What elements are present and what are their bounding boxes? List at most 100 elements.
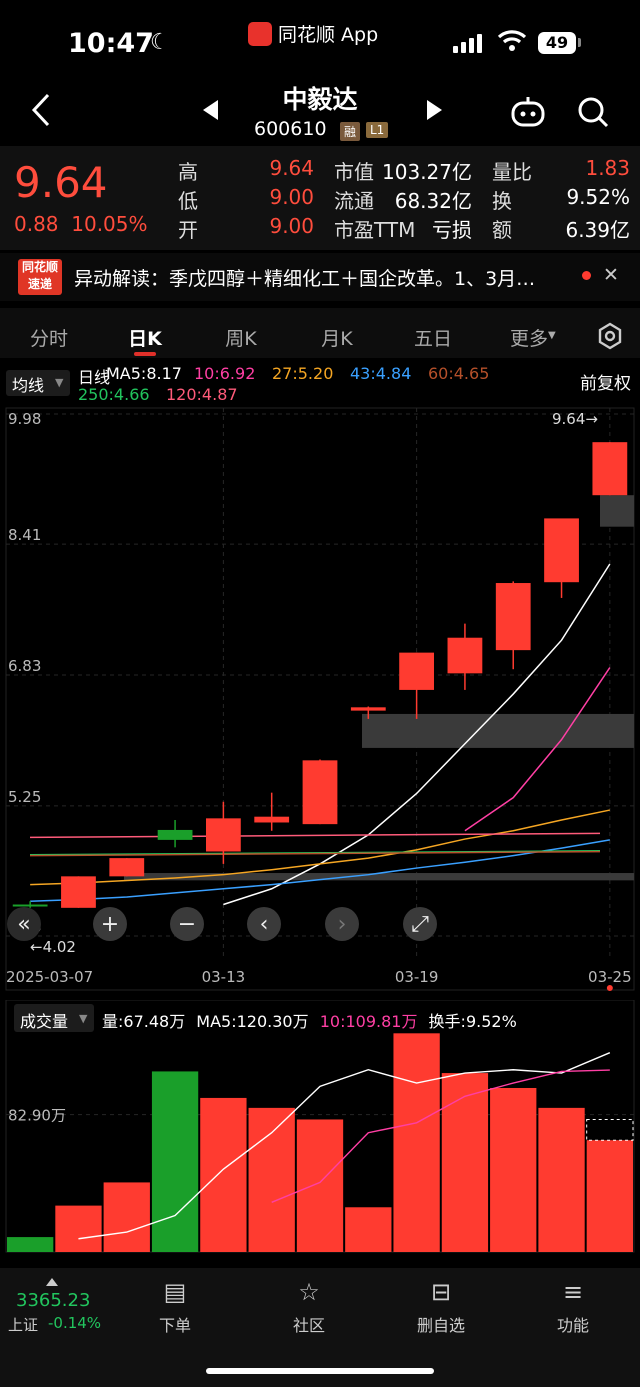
expand-up-icon[interactable] — [46, 1278, 58, 1286]
news-badge: 同花顺 速递 — [18, 259, 62, 295]
quote-value: 9.52% — [566, 185, 630, 209]
volume-bar[interactable] — [490, 1087, 537, 1252]
battery-icon: 49 — [538, 32, 576, 54]
settings-icon[interactable] — [596, 322, 624, 350]
volume-bar[interactable] — [200, 1097, 247, 1252]
volume-bar[interactable] — [296, 1119, 344, 1252]
robot-assistant-icon[interactable] — [509, 95, 547, 129]
quote-label: 低 — [178, 189, 198, 213]
quote-label: 市值 — [334, 160, 374, 184]
remove-watchlist-icon[interactable]: ⊟ — [423, 1278, 459, 1310]
volume-chart[interactable]: 82.90万 — [0, 1000, 640, 1260]
quote-value: 1.83 — [585, 156, 630, 180]
candle[interactable] — [592, 442, 628, 496]
tab-item[interactable]: 五日 — [402, 324, 464, 351]
volume-bar[interactable] — [151, 1071, 199, 1252]
candle-body — [205, 818, 241, 852]
active-tab-indicator — [134, 352, 156, 356]
quote-label: 量比 — [492, 160, 532, 184]
fullscreen-icon-glyph: ⤢ — [411, 912, 429, 937]
candle[interactable] — [544, 518, 579, 598]
candle[interactable] — [61, 876, 96, 908]
volume-bar[interactable] — [441, 1073, 489, 1252]
app-pill[interactable]: 同花顺 App — [248, 20, 378, 47]
y-tick-label: 8.41 — [8, 526, 41, 544]
margin-tag: 融 — [340, 122, 361, 141]
candle[interactable] — [495, 581, 531, 670]
tab-item[interactable]: 月K — [306, 324, 368, 351]
pan-left-icon-glyph: ‹ — [260, 912, 269, 937]
order-icon[interactable]: ▤ — [157, 1278, 193, 1310]
candle[interactable] — [302, 759, 338, 825]
tab-item[interactable]: 分时 — [18, 324, 80, 351]
adjust-mode[interactable]: 前复权 — [580, 369, 631, 394]
volume-bar[interactable] — [103, 1182, 150, 1252]
pan-right-icon[interactable]: › — [325, 907, 359, 941]
ma-value: MA5:8.17 — [106, 364, 182, 383]
volume-bar[interactable] — [248, 1107, 295, 1252]
zoom-out-icon-glyph: − — [178, 912, 196, 937]
functions-icon[interactable]: ≡ — [555, 1278, 591, 1310]
candle[interactable] — [109, 858, 145, 877]
fullscreen-icon[interactable]: ⤢ — [403, 907, 437, 941]
quote-value: 亏损 — [432, 218, 472, 242]
volume-bar[interactable] — [345, 1207, 392, 1252]
volume-bar[interactable] — [55, 1205, 102, 1252]
quote-value: 9.64 — [269, 156, 314, 180]
candle[interactable] — [399, 652, 435, 719]
candle[interactable] — [12, 901, 48, 908]
kline-chart[interactable]: 9.988.416.835.253.689.64→←4.02«+−‹›⤢2025… — [0, 400, 640, 1000]
volume-bar[interactable] — [538, 1107, 585, 1252]
bottom-nav-label[interactable]: 下单 — [135, 1312, 215, 1336]
x-tick-label: 03-13 — [202, 968, 246, 986]
zoom-out-icon[interactable]: − — [170, 907, 204, 941]
news-text[interactable]: 异动解读：季戊四醇＋精细化工＋国企改革。1、3月… — [74, 264, 574, 291]
index-change[interactable]: -0.14% — [48, 1314, 101, 1332]
ma-line-long — [29, 832, 601, 839]
volume-value: 量:67.48万 — [102, 1012, 186, 1031]
level-tag: L1 — [366, 122, 389, 138]
home-indicator — [206, 1368, 434, 1374]
bottom-nav-label[interactable]: 功能 — [533, 1312, 613, 1336]
y-tick-label: 9.98 — [8, 410, 41, 428]
zoom-in-icon[interactable]: + — [93, 907, 127, 941]
volume-bar[interactable] — [586, 1140, 633, 1252]
community-icon[interactable]: ☆ — [291, 1278, 327, 1310]
y-tick-label: 6.83 — [8, 657, 41, 675]
quote-label: 开 — [178, 218, 198, 242]
projected-volume — [586, 1118, 634, 1141]
bottom-nav-label[interactable]: 社区 — [269, 1312, 349, 1336]
candle-body — [544, 518, 579, 583]
ma-value: 43:4.84 — [350, 364, 412, 383]
index-value[interactable]: 3365.23 — [16, 1290, 90, 1311]
volume-bar[interactable] — [393, 1033, 440, 1252]
volume-dropdown[interactable]: 成交量 ▼ — [14, 1004, 94, 1032]
double-left-icon-glyph: « — [17, 912, 30, 937]
candle[interactable] — [157, 820, 193, 848]
candle[interactable] — [254, 792, 290, 831]
next-stock-icon[interactable] — [427, 100, 442, 120]
ma-value: 10:6.92 — [194, 364, 256, 383]
quote-value: 68.32亿 — [394, 189, 472, 213]
close-icon[interactable]: ✕ — [603, 264, 619, 286]
search-icon[interactable] — [576, 95, 610, 129]
candle-body — [12, 904, 48, 907]
tab-item[interactable]: 日K — [114, 324, 176, 351]
x-tick-label: 2025-03-07 — [6, 968, 93, 986]
quote-label: 额 — [492, 218, 512, 242]
chevron-down-icon: ▼ — [79, 1012, 88, 1025]
quote-value: 103.27亿 — [382, 160, 472, 184]
double-left-icon[interactable]: « — [7, 907, 41, 941]
pan-left-icon[interactable]: ‹ — [247, 907, 281, 941]
wifi-icon — [497, 30, 527, 51]
candle[interactable] — [447, 623, 483, 690]
turnover-rate: 换手:9.52% — [428, 1012, 517, 1031]
tab-item[interactable]: 周K — [210, 324, 272, 351]
ma-dropdown[interactable]: 均线 ▼ — [6, 370, 70, 396]
today-dot — [606, 985, 613, 991]
bottom-nav-label[interactable]: 删自选 — [401, 1312, 481, 1336]
change-amount: 0.88 — [14, 212, 59, 236]
volume-bar[interactable] — [7, 1237, 54, 1252]
chart-frame — [5, 407, 635, 991]
index-name[interactable]: 上证 — [8, 1314, 38, 1335]
